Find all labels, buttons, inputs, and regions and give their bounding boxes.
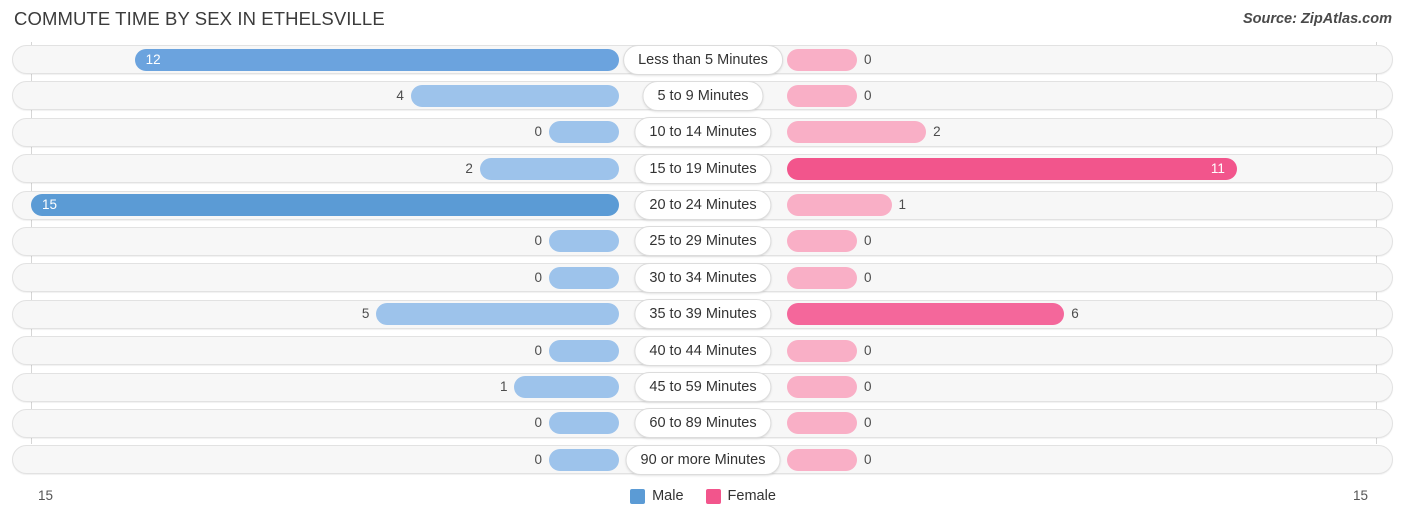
bar-male[interactable] xyxy=(134,48,619,71)
bar-male[interactable] xyxy=(376,303,619,326)
bar-male[interactable] xyxy=(479,157,619,180)
page-title: COMMUTE TIME BY SEX IN ETHELSVILLE xyxy=(14,8,385,29)
bar-value-male: 2 xyxy=(465,160,473,176)
bar-female[interactable] xyxy=(787,376,857,399)
bar-value-male: 15 xyxy=(42,197,58,213)
category-label: 60 to 89 Minutes xyxy=(634,408,772,439)
category-label: Less than 5 Minutes xyxy=(623,44,783,75)
legend-label-female: Female xyxy=(727,488,776,504)
legend-swatch-male-icon xyxy=(630,488,646,504)
bar-male[interactable] xyxy=(549,266,619,289)
bar-value-male: 5 xyxy=(361,306,370,322)
bar-female[interactable] xyxy=(787,194,892,217)
bar-value-female: 0 xyxy=(864,51,872,67)
chart-plot-area: 12 0 Less than 5 Minutes 4 0 5 to 9 Minutes 0 2… xyxy=(0,42,1406,482)
bar-row: 2 11 15 to 19 Minutes xyxy=(0,151,1406,187)
bar-value-female: 0 xyxy=(864,379,872,395)
bar-value-male: 12 xyxy=(145,51,161,67)
bar-row: 0 0 30 to 34 Minutes xyxy=(0,260,1406,296)
bar-female[interactable] xyxy=(787,412,857,435)
category-label: 25 to 29 Minutes xyxy=(634,226,772,257)
bar-female[interactable] xyxy=(787,48,857,71)
bar-male[interactable] xyxy=(31,194,619,217)
bar-male[interactable] xyxy=(410,84,619,107)
category-label: 45 to 59 Minutes xyxy=(634,372,772,403)
category-label: 30 to 34 Minutes xyxy=(634,262,772,293)
bar-row: 1 0 45 to 59 Minutes xyxy=(0,370,1406,406)
bar-value-female: 0 xyxy=(864,87,872,103)
category-label: 5 to 9 Minutes xyxy=(642,80,764,111)
bar-male[interactable] xyxy=(549,121,619,144)
bar-male[interactable] xyxy=(549,448,619,471)
bar-female[interactable] xyxy=(787,339,857,362)
bar-row: 0 0 90 or more Minutes xyxy=(0,442,1406,478)
bar-value-male: 0 xyxy=(534,124,542,140)
bar-value-female: 0 xyxy=(864,415,872,431)
bar-row: 0 0 60 to 89 Minutes xyxy=(0,406,1406,442)
bar-female[interactable] xyxy=(787,157,1237,180)
bar-value-female: 11 xyxy=(1210,160,1225,176)
bar-row: 0 2 10 to 14 Minutes xyxy=(0,115,1406,151)
bar-row: 5 6 35 to 39 Minutes xyxy=(0,297,1406,333)
source-attribution: Source: ZipAtlas.com xyxy=(1242,11,1392,27)
legend-item-male[interactable]: Male xyxy=(630,488,684,504)
bar-row: 0 0 25 to 29 Minutes xyxy=(0,224,1406,260)
category-label: 40 to 44 Minutes xyxy=(634,335,772,366)
bar-row: 12 0 Less than 5 Minutes xyxy=(0,42,1406,78)
bar-male[interactable] xyxy=(514,376,619,399)
bar-value-male: 0 xyxy=(534,415,542,431)
category-label: 10 to 14 Minutes xyxy=(634,117,772,148)
bar-row: 4 0 5 to 9 Minutes xyxy=(0,78,1406,114)
chart-footer: 15 15 Male Female xyxy=(0,484,1406,523)
bar-value-female: 0 xyxy=(864,269,872,285)
chart-header: COMMUTE TIME BY SEX IN ETHELSVILLE Sourc… xyxy=(0,0,1406,40)
bar-value-female: 1 xyxy=(898,197,907,213)
bar-rows-container: 12 0 Less than 5 Minutes 4 0 5 to 9 Minutes 0 2… xyxy=(0,42,1406,479)
category-label: 90 or more Minutes xyxy=(625,444,781,475)
bar-value-female: 0 xyxy=(864,342,872,358)
legend-swatch-female-icon xyxy=(705,488,721,504)
bar-female[interactable] xyxy=(787,121,927,144)
bar-female[interactable] xyxy=(787,230,857,253)
bar-value-male: 1 xyxy=(499,379,508,395)
bar-male[interactable] xyxy=(549,230,619,253)
category-label: 35 to 39 Minutes xyxy=(634,299,772,330)
bar-value-female: 6 xyxy=(1071,306,1079,322)
bar-female[interactable] xyxy=(787,448,857,471)
bar-male[interactable] xyxy=(549,412,619,435)
bar-value-female: 0 xyxy=(864,451,872,467)
bar-value-male: 0 xyxy=(534,342,542,358)
legend-item-female[interactable]: Female xyxy=(705,488,776,504)
bar-value-male: 0 xyxy=(534,269,542,285)
bar-female[interactable] xyxy=(787,303,1065,326)
bar-row: 15 1 20 to 24 Minutes xyxy=(0,188,1406,224)
bar-value-female: 0 xyxy=(864,233,872,249)
bar-value-male: 0 xyxy=(534,451,542,467)
bar-female[interactable] xyxy=(787,84,857,107)
category-label: 15 to 19 Minutes xyxy=(634,153,772,184)
chart-legend: Male Female xyxy=(0,488,1406,504)
category-label: 20 to 24 Minutes xyxy=(634,190,772,221)
bar-value-male: 4 xyxy=(396,87,404,103)
bar-value-male: 0 xyxy=(534,233,542,249)
bar-male[interactable] xyxy=(549,339,619,362)
bar-female[interactable] xyxy=(787,266,857,289)
bar-value-female: 2 xyxy=(933,124,941,140)
legend-label-male: Male xyxy=(652,488,684,504)
bar-row: 0 0 40 to 44 Minutes xyxy=(0,333,1406,369)
